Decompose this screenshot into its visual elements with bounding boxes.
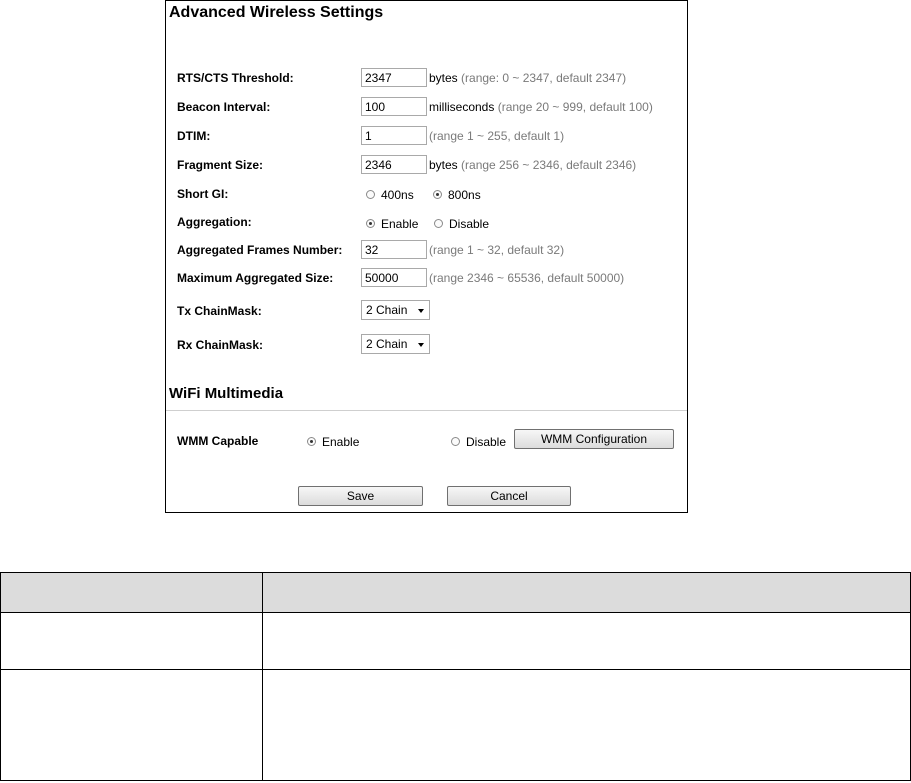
short-gi-label: Short GI:: [177, 187, 229, 201]
wmm-disable-radio[interactable]: [451, 437, 460, 447]
cancel-button[interactable]: Cancel: [447, 486, 571, 506]
aggregation-disable-option[interactable]: Disable: [434, 216, 489, 231]
beacon-hint: (range 20 ~ 999, default 100): [497, 100, 653, 114]
fragment-size-help: bytes (range 256 ~ 2346, default 2346): [429, 158, 636, 172]
fragment-unit: bytes: [429, 158, 458, 172]
rts-threshold-input[interactable]: [361, 68, 427, 87]
chevron-down-icon: [418, 309, 424, 313]
rts-hint: (range: 0 ~ 2347, default 2347): [461, 71, 627, 85]
aggregation-enable-text: Enable: [381, 216, 419, 231]
table-header-cell: [0, 572, 263, 613]
wmm-enable-option[interactable]: Enable: [307, 434, 359, 449]
aggregated-frames-hint: (range 1 ~ 32, default 32): [429, 243, 565, 257]
tx-chainmask-value: 2 Chain: [366, 303, 408, 317]
chevron-down-icon: [418, 343, 424, 347]
page-title: Advanced Wireless Settings: [169, 4, 384, 21]
aggregation-enable-option[interactable]: Enable: [366, 216, 418, 231]
save-button[interactable]: Save: [298, 486, 423, 506]
table-cell: [262, 612, 911, 670]
short-gi-800ns-radio[interactable]: [433, 190, 442, 200]
beacon-unit: milliseconds: [429, 100, 495, 114]
fragment-size-input[interactable]: [361, 155, 427, 174]
description-table: [0, 572, 911, 781]
table-header-row: [0, 572, 911, 613]
fragment-size-label: Fragment Size:: [177, 158, 264, 172]
max-aggregated-size-hint: (range 2346 ~ 65536, default 50000): [429, 271, 625, 285]
tx-chainmask-label: Tx ChainMask:: [177, 304, 262, 318]
dtim-help: (range 1 ~ 255, default 1): [429, 129, 564, 143]
aggregated-frames-help: (range 1 ~ 32, default 32): [429, 243, 564, 257]
dtim-hint: (range 1 ~ 255, default 1): [429, 129, 565, 143]
wmm-enable-radio[interactable]: [307, 437, 316, 447]
aggregated-frames-label: Aggregated Frames Number:: [177, 243, 343, 257]
wmm-enable-text: Enable: [322, 434, 360, 449]
aggregation-disable-radio[interactable]: [434, 219, 443, 229]
rts-threshold-help: bytes (range: 0 ~ 2347, default 2347): [429, 71, 626, 85]
advanced-wireless-settings-panel: Advanced Wireless Settings RTS/CTS Thres…: [165, 0, 688, 513]
rts-unit: bytes: [429, 71, 458, 85]
section-divider: [166, 410, 687, 411]
aggregation-enable-radio[interactable]: [366, 219, 375, 229]
dtim-input[interactable]: [361, 126, 427, 145]
wmm-capable-label: WMM Capable: [177, 434, 259, 448]
table-cell: [0, 669, 263, 781]
wmm-configuration-button[interactable]: WMM Configuration: [514, 429, 674, 449]
short-gi-800ns-text: 800ns: [448, 187, 481, 202]
beacon-interval-input[interactable]: [361, 97, 427, 116]
beacon-interval-label: Beacon Interval:: [177, 100, 271, 114]
dtim-label: DTIM:: [177, 129, 211, 143]
tx-chainmask-select[interactable]: 2 Chain: [361, 300, 430, 320]
rx-chainmask-label: Rx ChainMask:: [177, 338, 264, 352]
max-aggregated-size-help: (range 2346 ~ 65536, default 50000): [429, 271, 624, 285]
aggregation-label: Aggregation:: [177, 215, 252, 229]
short-gi-400ns-radio[interactable]: [366, 190, 375, 200]
beacon-interval-help: milliseconds (range 20 ~ 999, default 10…: [429, 100, 653, 114]
wmm-disable-option[interactable]: Disable: [451, 434, 506, 449]
table-row: [0, 612, 911, 670]
table-cell: [262, 669, 911, 781]
table-cell: [0, 612, 263, 670]
table-header-cell: [262, 572, 911, 613]
aggregation-disable-text: Disable: [449, 216, 490, 231]
wmm-disable-text: Disable: [466, 434, 507, 449]
short-gi-400ns-text: 400ns: [381, 187, 414, 202]
fragment-hint: (range 256 ~ 2346, default 2346): [461, 158, 637, 172]
rts-threshold-label: RTS/CTS Threshold:: [177, 71, 294, 85]
table-row: [0, 669, 911, 781]
short-gi-400ns-option[interactable]: 400ns: [366, 187, 414, 202]
aggregated-frames-input[interactable]: [361, 240, 427, 259]
wifi-multimedia-heading: WiFi Multimedia: [169, 385, 284, 402]
max-aggregated-size-input[interactable]: [361, 268, 427, 287]
rx-chainmask-select[interactable]: 2 Chain: [361, 334, 430, 354]
short-gi-800ns-option[interactable]: 800ns: [433, 187, 481, 202]
rx-chainmask-value: 2 Chain: [366, 337, 408, 351]
max-aggregated-size-label: Maximum Aggregated Size:: [177, 271, 334, 285]
